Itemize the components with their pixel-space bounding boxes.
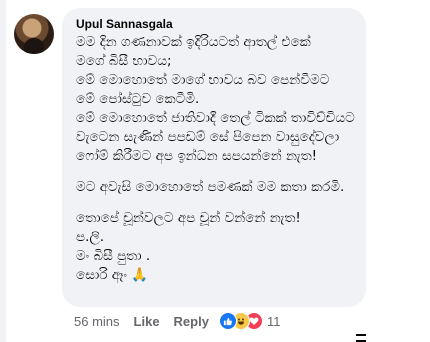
like-button[interactable]: Like <box>134 314 160 329</box>
comment-author[interactable]: Upul Sannasgala <box>76 17 354 31</box>
corner-mark <box>356 334 366 342</box>
avatar[interactable] <box>14 14 54 54</box>
comment-line: මේ මොහොතේ මාගේ භාවය බව පෙන්වීමට <box>76 72 330 88</box>
comment-line: ෆෝම් කිරීමට අප ඉන්ධන සපයන්නේ නැත! <box>76 148 318 164</box>
left-edge-strip <box>0 0 6 342</box>
comment-actions: 56 mins Like Reply 11 <box>74 312 280 330</box>
comment-line: මම දින ගණනාවක් ඉදිරියටත් ආතල් එකේ <box>76 34 311 50</box>
comment-line: තොපේ චූන්වලට අප චූන් වන්නේ නැත! <box>76 210 301 226</box>
like-icon <box>218 312 237 330</box>
comment-line: ප.ලි. <box>76 229 105 245</box>
comment-line: මේ මොහොතේ ජාතිවාදී තෙල් ටිකක් තාවිච්චියට <box>76 110 355 126</box>
reply-button[interactable]: Reply <box>174 314 209 329</box>
reactions-summary[interactable]: 11 <box>218 312 281 330</box>
comment-timestamp[interactable]: 56 mins <box>74 314 120 329</box>
comment-line: මගේ බිසී භාවය; <box>76 53 172 69</box>
comment-screenshot: Upul Sannasgala මම දින ගණනාවක් ඉදිරියටත්… <box>0 0 430 342</box>
comment-bubble: Upul Sannasgala මම දින ගණනාවක් ඉදිරියටත්… <box>62 8 366 307</box>
comment-line: මේ පෝස්ටුව කෙටීමි. <box>76 91 200 107</box>
comment-line: මං බිසී පුතා . <box>76 248 151 264</box>
comment-line: වැටෙන සැණින් පපඩම් සේ පිපෙන වාසුදේවලා <box>76 129 340 145</box>
comment-line: සොරි ඈං 🙏 <box>76 267 149 283</box>
reaction-count[interactable]: 11 <box>267 314 281 329</box>
comment-line: මට අවැසි මොහොතේ පමණක් මම කතා කරමි. <box>76 179 345 195</box>
